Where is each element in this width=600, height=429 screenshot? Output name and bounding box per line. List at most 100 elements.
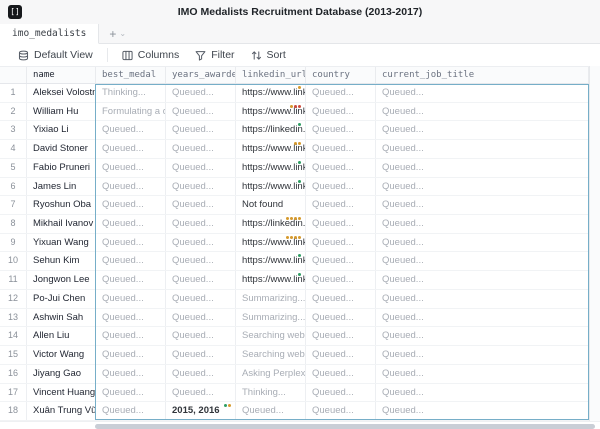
row-number[interactable]: 16 <box>0 364 27 383</box>
row-number[interactable]: 4 <box>0 140 27 158</box>
cell-name[interactable]: James Lin <box>27 177 96 196</box>
cell-years_awarded[interactable]: Queued... <box>166 196 236 215</box>
cell-years_awarded[interactable]: Queued... <box>166 102 236 121</box>
cell-best_medal[interactable]: Formulating a quer <box>96 102 166 121</box>
cell-best_medal[interactable]: Queued... <box>96 158 166 177</box>
cell-linkedin_url[interactable]: Searching web... <box>236 346 306 364</box>
cell-linkedin_url[interactable]: https://linkedin.com <box>236 121 306 140</box>
filter-button[interactable]: Filter <box>187 46 242 64</box>
cell-current_job_title[interactable]: Queued... <box>376 346 589 364</box>
row-number[interactable]: 5 <box>0 158 27 177</box>
tab-imo-medalists[interactable]: imo_medalists <box>0 24 100 44</box>
cell-current_job_title[interactable]: Queued... <box>376 84 589 102</box>
row-number[interactable]: 6 <box>0 177 27 196</box>
cell-best_medal[interactable]: Queued... <box>96 121 166 140</box>
row-number[interactable]: 2 <box>0 102 27 121</box>
cell-linkedin_url[interactable]: https://www.linkedi <box>236 102 306 121</box>
cell-country[interactable]: Queued... <box>306 383 376 402</box>
cell-years_awarded[interactable]: Queued... <box>166 252 236 271</box>
cell-linkedin_url[interactable]: https://www.linkedi <box>236 84 306 102</box>
cell-current_job_title[interactable]: Queued... <box>376 140 589 158</box>
cell-years_awarded[interactable]: Queued... <box>166 346 236 364</box>
row-number[interactable]: 18 <box>0 402 27 420</box>
cell-name[interactable]: Fabio Pruneri <box>27 158 96 177</box>
cell-best_medal[interactable]: Queued... <box>96 177 166 196</box>
cell-linkedin_url[interactable]: https://www.linkedi <box>236 177 306 196</box>
cell-linkedin_url[interactable]: Asking Perplexity... <box>236 364 306 383</box>
cell-linkedin_url[interactable]: https://www.linkedi <box>236 252 306 271</box>
cell-current_job_title[interactable]: Queued... <box>376 215 589 233</box>
cell-best_medal[interactable]: Queued... <box>96 215 166 233</box>
cell-current_job_title[interactable]: Queued... <box>376 233 589 252</box>
cell-name[interactable]: William Hu <box>27 102 96 121</box>
row-number[interactable]: 3 <box>0 121 27 140</box>
cell-name[interactable]: Ryoshun Oba <box>27 196 96 215</box>
cell-linkedin_url[interactable]: https://www.linkedi <box>236 140 306 158</box>
cell-country[interactable]: Queued... <box>306 158 376 177</box>
row-number[interactable]: 1 <box>0 84 27 102</box>
cell-name[interactable]: Allen Liu <box>27 327 96 346</box>
cell-current_job_title[interactable]: Queued... <box>376 327 589 346</box>
cell-years_awarded[interactable]: 2015, 2016 <box>166 402 236 420</box>
cell-current_job_title[interactable]: Queued... <box>376 196 589 215</box>
cell-current_job_title[interactable]: Queued... <box>376 158 589 177</box>
cell-current_job_title[interactable]: Queued... <box>376 308 589 327</box>
cell-best_medal[interactable]: Queued... <box>96 196 166 215</box>
cell-current_job_title[interactable]: Queued... <box>376 121 589 140</box>
cell-current_job_title[interactable]: Queued... <box>376 252 589 271</box>
cell-years_awarded[interactable]: Queued... <box>166 233 236 252</box>
cell-country[interactable]: Queued... <box>306 140 376 158</box>
horizontal-scrollbar-thumb[interactable] <box>95 423 595 429</box>
cell-country[interactable]: Queued... <box>306 252 376 271</box>
cell-best_medal[interactable]: Queued... <box>96 364 166 383</box>
cell-best_medal[interactable]: Queued... <box>96 140 166 158</box>
cell-linkedin_url[interactable]: Summarizing... <box>236 289 306 308</box>
cell-best_medal[interactable]: Queued... <box>96 289 166 308</box>
cell-current_job_title[interactable]: Queued... <box>376 177 589 196</box>
cell-best_medal[interactable]: Queued... <box>96 233 166 252</box>
cell-name[interactable]: Victor Wang <box>27 346 96 364</box>
cell-country[interactable]: Queued... <box>306 308 376 327</box>
cell-name[interactable]: Aleksei Volostnov <box>27 84 96 102</box>
column-header-years_awarded[interactable]: years_awarded <box>166 67 236 83</box>
column-header-linkedin_url[interactable]: linkedin_url <box>236 67 306 83</box>
default-view-button[interactable]: Default View <box>10 46 101 64</box>
horizontal-scrollbar-track[interactable] <box>0 421 600 429</box>
cell-country[interactable]: Queued... <box>306 102 376 121</box>
cell-best_medal[interactable]: Queued... <box>96 271 166 289</box>
cell-linkedin_url[interactable]: Summarizing... <box>236 308 306 327</box>
cell-name[interactable]: Mikhail Ivanov <box>27 215 96 233</box>
cell-current_job_title[interactable]: Queued... <box>376 289 589 308</box>
cell-linkedin_url[interactable]: https://www.linkedi <box>236 233 306 252</box>
cell-name[interactable]: Xuân Trung Vũ <box>27 402 96 420</box>
cell-current_job_title[interactable]: Queued... <box>376 364 589 383</box>
column-header-best_medal[interactable]: best_medal <box>96 67 166 83</box>
cell-name[interactable]: Po-Jui Chen <box>27 289 96 308</box>
cell-years_awarded[interactable]: Queued... <box>166 140 236 158</box>
column-header-current_job_title[interactable]: current_job_title <box>376 67 589 83</box>
cell-years_awarded[interactable]: Queued... <box>166 364 236 383</box>
row-number-header[interactable] <box>0 67 27 83</box>
row-number[interactable]: 11 <box>0 271 27 289</box>
cell-linkedin_url[interactable]: Searching web... <box>236 327 306 346</box>
cell-current_job_title[interactable]: Queued... <box>376 402 589 420</box>
row-number[interactable]: 12 <box>0 289 27 308</box>
cell-country[interactable]: Queued... <box>306 271 376 289</box>
cell-linkedin_url[interactable]: https://www.linkedi <box>236 271 306 289</box>
cell-current_job_title[interactable]: Queued... <box>376 383 589 402</box>
cell-years_awarded[interactable]: Queued... <box>166 289 236 308</box>
cell-years_awarded[interactable]: Queued... <box>166 327 236 346</box>
cell-country[interactable]: Queued... <box>306 215 376 233</box>
cell-country[interactable]: Queued... <box>306 84 376 102</box>
cell-name[interactable]: Ashwin Sah <box>27 308 96 327</box>
row-number[interactable]: 8 <box>0 215 27 233</box>
cell-best_medal[interactable]: Queued... <box>96 327 166 346</box>
app-logo-icon[interactable]: [] <box>8 5 22 19</box>
cell-best_medal[interactable]: Queued... <box>96 308 166 327</box>
column-header-name[interactable]: name <box>27 67 96 83</box>
cell-best_medal[interactable]: Thinking... <box>96 84 166 102</box>
cell-country[interactable]: Queued... <box>306 346 376 364</box>
cell-linkedin_url[interactable]: https://linkedin.com <box>236 215 306 233</box>
row-number[interactable]: 9 <box>0 233 27 252</box>
cell-current_job_title[interactable]: Queued... <box>376 102 589 121</box>
